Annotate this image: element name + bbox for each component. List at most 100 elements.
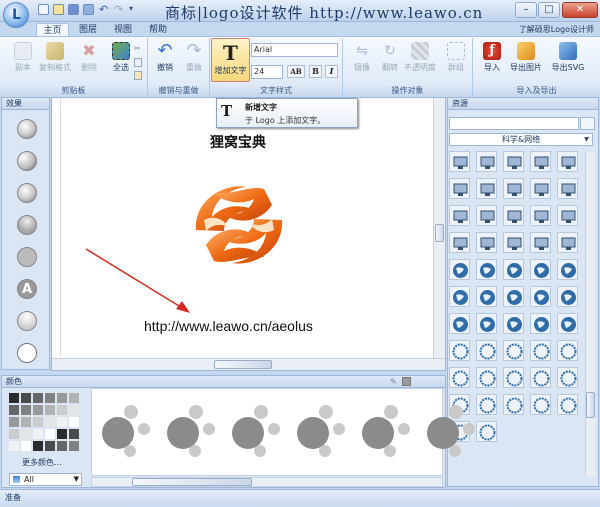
color-swatch[interactable] bbox=[21, 429, 31, 439]
phone-icon[interactable] bbox=[503, 178, 524, 199]
effect-flat[interactable] bbox=[17, 247, 37, 267]
color-swatch[interactable] bbox=[69, 417, 79, 427]
help-link[interactable]: 了解硕思Logo设计师 bbox=[519, 24, 594, 35]
color-swatch[interactable] bbox=[69, 429, 79, 439]
color-swatch[interactable] bbox=[57, 429, 67, 439]
color-swatch[interactable] bbox=[57, 393, 67, 403]
import-button[interactable]: ƒ 导入 bbox=[475, 42, 509, 84]
color-swatch[interactable] bbox=[9, 441, 19, 451]
color-swatch[interactable] bbox=[69, 405, 79, 415]
world-map-icon[interactable] bbox=[476, 286, 497, 307]
eyedropper-icon[interactable]: ✎ bbox=[390, 377, 399, 386]
redo-icon[interactable]: ↷ bbox=[114, 3, 123, 16]
globe-icon[interactable] bbox=[503, 286, 524, 307]
server-icon[interactable] bbox=[530, 232, 551, 253]
display-icon[interactable] bbox=[503, 151, 524, 172]
tab-view[interactable]: 视图 bbox=[108, 23, 138, 37]
more-colors-link[interactable]: 更多颜色... bbox=[22, 457, 62, 468]
canvas-heading[interactable]: 狸窝宝典 bbox=[210, 132, 266, 152]
color-swatch[interactable] bbox=[69, 441, 79, 451]
color-swatch[interactable] bbox=[57, 441, 67, 451]
app-logo-icon[interactable]: L bbox=[3, 2, 29, 28]
color-swatch[interactable] bbox=[33, 441, 43, 451]
export-svg-button[interactable]: 导出SVG bbox=[551, 42, 585, 84]
tab-home[interactable]: 主页 bbox=[36, 23, 69, 37]
current-color-swatch[interactable] bbox=[402, 377, 411, 386]
flip-button[interactable]: ↻ 翻转 bbox=[373, 42, 407, 84]
maximize-button[interactable]: □ bbox=[538, 2, 560, 18]
group-button[interactable]: 群组 bbox=[439, 42, 473, 84]
canvas-hscroll-thumb[interactable] bbox=[214, 360, 272, 369]
world-map-icon[interactable] bbox=[557, 259, 578, 280]
canvas-vscroll-thumb[interactable] bbox=[435, 224, 444, 242]
case-button[interactable]: AB bbox=[287, 65, 305, 78]
color-swatch[interactable] bbox=[33, 393, 43, 403]
swirl-icon[interactable] bbox=[449, 340, 470, 361]
font-size-select[interactable]: 24 bbox=[251, 65, 283, 79]
redo-button[interactable]: ↷ 重做 bbox=[177, 42, 211, 84]
dots-icon[interactable] bbox=[530, 340, 551, 361]
globe-icon[interactable] bbox=[557, 394, 578, 415]
effect-glow[interactable] bbox=[17, 311, 37, 331]
effect-emboss[interactable] bbox=[17, 215, 37, 235]
canvas-vscroll[interactable] bbox=[433, 98, 445, 358]
satellite-icon[interactable] bbox=[530, 367, 551, 388]
effect-text-a[interactable]: A bbox=[17, 279, 37, 299]
color-scheme-hscroll[interactable] bbox=[91, 477, 443, 487]
cut-icon[interactable]: ✂ bbox=[134, 44, 141, 53]
select-all-button[interactable]: 全选 bbox=[104, 42, 138, 84]
floppy-icon[interactable] bbox=[557, 205, 578, 226]
printer-icon[interactable] bbox=[476, 178, 497, 199]
canvas-url-text[interactable]: http://www.leawo.cn/aeolus bbox=[144, 318, 313, 334]
export-image-button[interactable]: 导出图片 bbox=[509, 42, 543, 84]
circle-icon[interactable] bbox=[476, 340, 497, 361]
notebook-icon[interactable] bbox=[530, 178, 551, 199]
tab-layer[interactable]: 图层 bbox=[73, 23, 103, 37]
scanner-icon[interactable] bbox=[449, 178, 470, 199]
copy-button[interactable]: 副本 bbox=[6, 42, 40, 84]
color-swatch[interactable] bbox=[9, 429, 19, 439]
bold-button[interactable]: B bbox=[309, 65, 322, 78]
world-map-icon[interactable] bbox=[503, 259, 524, 280]
undo-icon[interactable]: ↶ bbox=[99, 3, 108, 16]
color-swatch[interactable] bbox=[45, 417, 55, 427]
australia-icon[interactable] bbox=[557, 286, 578, 307]
copy-small-icon[interactable] bbox=[134, 58, 142, 67]
color-swatch[interactable] bbox=[9, 417, 19, 427]
color-swatch[interactable] bbox=[45, 441, 55, 451]
globe-icon[interactable] bbox=[449, 286, 470, 307]
save-icon[interactable] bbox=[68, 4, 79, 15]
globe-icon[interactable] bbox=[476, 313, 497, 334]
network-icon[interactable] bbox=[530, 205, 551, 226]
dropdown-icon[interactable]: ▾ bbox=[129, 4, 133, 13]
resource-vscroll[interactable] bbox=[585, 152, 595, 477]
monitor-icon[interactable] bbox=[449, 151, 470, 172]
color-scheme-preview[interactable] bbox=[362, 405, 422, 461]
globe-icon[interactable] bbox=[530, 394, 551, 415]
color-scheme-preview[interactable] bbox=[427, 405, 487, 461]
color-swatch[interactable] bbox=[9, 393, 19, 403]
globe-icon[interactable] bbox=[530, 313, 551, 334]
pc-icon[interactable] bbox=[530, 151, 551, 172]
font-select[interactable]: Arial bbox=[251, 43, 338, 57]
color-swatch[interactable] bbox=[21, 405, 31, 415]
disk-icon[interactable] bbox=[557, 178, 578, 199]
effect-outline[interactable] bbox=[17, 343, 37, 363]
save-as-icon[interactable] bbox=[83, 4, 94, 15]
close-button[interactable]: ✕ bbox=[562, 2, 598, 18]
italic-button[interactable]: I bbox=[325, 65, 338, 78]
color-scheme-hscroll-thumb[interactable] bbox=[132, 478, 252, 486]
paste-icon[interactable] bbox=[134, 71, 142, 80]
color-swatch[interactable] bbox=[33, 429, 43, 439]
effect-shadow-2[interactable] bbox=[17, 151, 37, 171]
computer-icon[interactable] bbox=[557, 151, 578, 172]
effect-bevel[interactable] bbox=[17, 183, 37, 203]
effect-shadow-1[interactable] bbox=[17, 119, 37, 139]
color-swatch[interactable] bbox=[57, 405, 67, 415]
delete-button[interactable]: ✖ 删除 bbox=[72, 42, 106, 84]
color-scheme-preview[interactable] bbox=[102, 405, 162, 461]
laptop-icon[interactable] bbox=[476, 151, 497, 172]
color-scheme-preview[interactable] bbox=[232, 405, 292, 461]
device-icon[interactable] bbox=[449, 232, 470, 253]
satellite-icon[interactable] bbox=[557, 232, 578, 253]
